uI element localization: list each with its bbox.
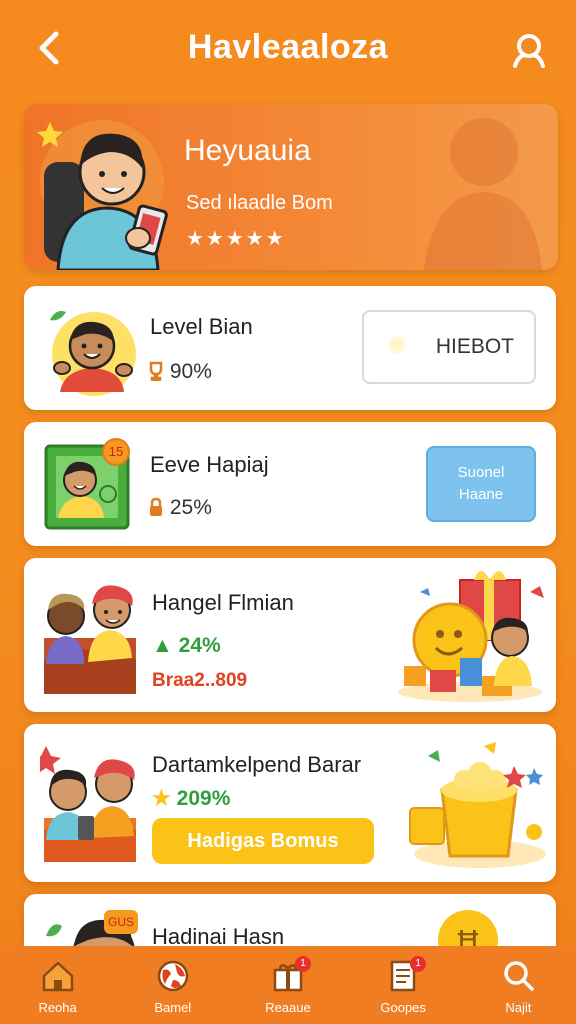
card-title: Eeve Hapiaj — [150, 452, 269, 477]
star-icon: ★ — [152, 787, 171, 810]
hero-username: Heyuauia — [184, 134, 311, 167]
bottom-tab-bar: Reoha Bamel 1 Reaaue 1 Goopes Najit — [0, 946, 576, 1024]
card-sub-value: Braa2..809 — [152, 670, 248, 691]
tab-search[interactable]: Najit — [473, 958, 563, 1015]
tab-label: Goopes — [380, 1000, 426, 1015]
user-search-icon — [513, 34, 545, 68]
sparkle-icon — [388, 336, 406, 354]
list-item-card[interactable]: 15 Eeve Hapiaj 25% Suonel Haane — [24, 422, 556, 546]
gifts-coin-illustration — [398, 571, 544, 702]
hero-rating-stars: ★★★★★ — [186, 228, 286, 250]
globe-icon — [157, 960, 189, 992]
hero-avatar-illustration — [37, 120, 168, 270]
kid-game-illustration — [44, 444, 130, 530]
card-action-label-line2: Haane — [458, 486, 504, 503]
tab-explore[interactable]: Bamel — [128, 958, 218, 1015]
tab-home[interactable]: Reoha — [13, 958, 103, 1015]
card-stat: 25% — [148, 496, 212, 520]
tab-label: Bamel — [154, 1000, 192, 1015]
card-badge: GUS — [104, 910, 138, 934]
lock-icon — [150, 497, 162, 516]
popcorn-bucket-illustration — [409, 742, 546, 868]
arrow-up-icon: ▲ — [152, 634, 173, 657]
top-bar: Havleaaloza — [0, 0, 576, 100]
notification-badge: 1 — [410, 956, 427, 972]
page-title: Havleaaloza — [187, 28, 389, 66]
search-icon — [504, 961, 535, 991]
bonus-button[interactable]: Hadigas Bomus — [152, 818, 374, 864]
hero-banner[interactable]: Heyuauia Sed ılaadle Bom ★★★★★ — [24, 104, 558, 270]
card-stat-value: 209% — [176, 787, 231, 810]
decorative-figure-icon — [424, 118, 542, 270]
tab-label: Reoha — [38, 1000, 77, 1015]
card-title: Hangel Flmian — [152, 590, 294, 615]
card-action-label-line1: Suonel — [457, 464, 505, 481]
card-stat-value: 24% — [178, 634, 221, 657]
card-stat-value: 90% — [169, 360, 212, 383]
kid-avatar-illustration — [50, 311, 136, 396]
tab-quests[interactable]: 1 Goopes — [358, 956, 448, 1015]
card-title: Level Bian — [150, 314, 253, 339]
hero-subtitle: Sed ılaadle Bom — [186, 192, 333, 214]
tab-label: Reaaue — [265, 1000, 311, 1015]
home-icon — [42, 961, 73, 992]
kids-duo-illustration — [44, 585, 136, 694]
list-item-card[interactable]: Hangel Flmian ▲ 24% Braa2..809 — [24, 558, 556, 712]
card-action-button[interactable]: Suonel Haane — [426, 446, 536, 522]
tab-label: Najit — [505, 1000, 532, 1015]
notification-badge: 1 — [294, 956, 311, 972]
card-action-label: HIEBOT — [435, 335, 514, 358]
card-stat-value: 25% — [169, 496, 212, 519]
level-badge: 15 — [102, 438, 130, 466]
card-action-button[interactable]: HIEBOT — [362, 310, 536, 384]
trophy-icon — [149, 361, 163, 382]
card-stat: ★ 209% — [152, 786, 230, 811]
card-stat: ▲ 24% — [152, 634, 221, 658]
kids-phone-illustration — [40, 746, 136, 862]
tab-rewards[interactable]: 1 Reaaue — [243, 956, 333, 1015]
list-item-card[interactable]: Dartamkelpend Barar ★ 209% Hadigas Bomus — [24, 724, 556, 882]
card-stat: 90% — [148, 360, 212, 384]
profile-button[interactable] — [510, 30, 548, 68]
card-title: Dartamkelpend Barar — [152, 752, 362, 777]
list-item-card[interactable]: Level Bian 90% HIEBOT — [24, 286, 556, 410]
